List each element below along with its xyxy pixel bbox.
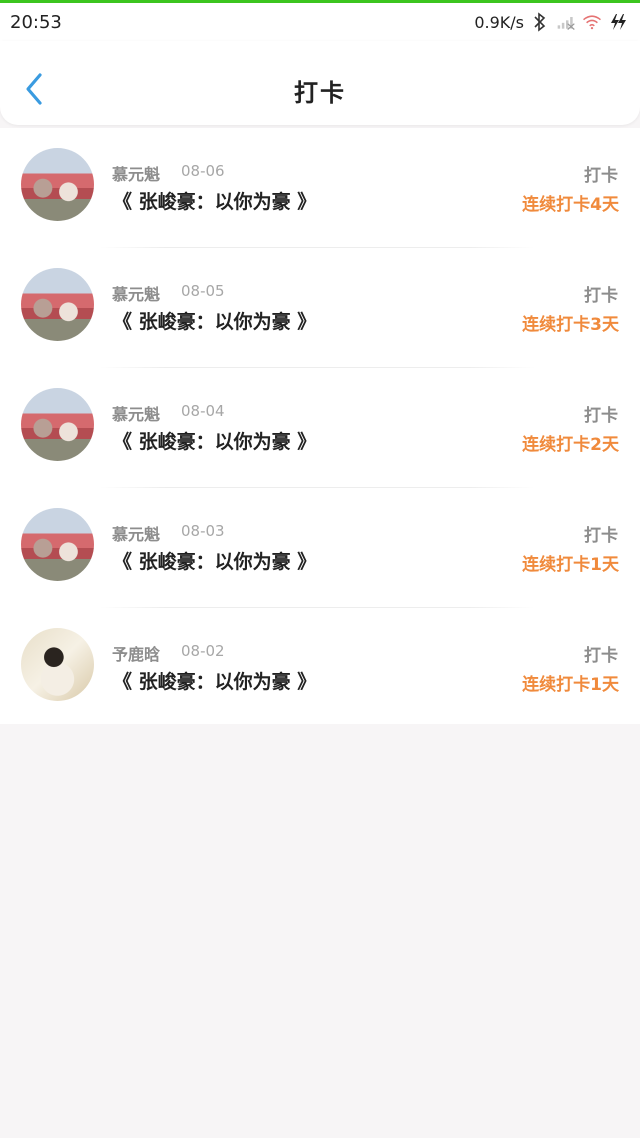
checkin-action-label: 打卡	[584, 646, 618, 666]
book-title[interactable]: 《 张峻豪：以你为豪 》	[113, 547, 316, 574]
checkin-row[interactable]: 予鹿晗 08-02 《 张峻豪：以你为豪 》 打卡 连续打卡1天	[0, 608, 640, 728]
checkin-date: 08-03	[181, 522, 225, 540]
net-speed: 0.9K/s	[474, 12, 524, 32]
checkin-row[interactable]: 慕元魁 08-05 《 张峻豪：以你为豪 》 打卡 连续打卡3天	[0, 248, 640, 368]
streak-label: 连续打卡1天	[522, 675, 619, 695]
avatar[interactable]	[21, 628, 94, 701]
avatar[interactable]	[21, 268, 94, 341]
status-icons: 0.9K/s	[474, 12, 628, 32]
avatar[interactable]	[21, 388, 94, 461]
streak-label: 连续打卡1天	[522, 555, 619, 575]
user-name[interactable]: 慕元魁	[112, 281, 160, 305]
page-header: 打卡	[0, 41, 640, 125]
book-title[interactable]: 《 张峻豪：以你为豪 》	[113, 187, 316, 214]
book-title[interactable]: 《 张峻豪：以你为豪 》	[113, 667, 316, 694]
checkin-date: 08-06	[181, 162, 225, 180]
checkin-row[interactable]: 慕元魁 08-03 《 张峻豪：以你为豪 》 打卡 连续打卡1天	[0, 488, 640, 608]
checkin-action-label: 打卡	[584, 286, 618, 306]
user-name[interactable]: 予鹿晗	[112, 641, 160, 665]
status-time: 20:53	[10, 11, 62, 33]
checkin-action-label: 打卡	[584, 526, 618, 546]
page-title: 打卡	[294, 79, 346, 107]
avatar[interactable]	[21, 148, 94, 221]
user-name[interactable]: 慕元魁	[112, 521, 160, 545]
checkin-date: 08-05	[181, 282, 225, 300]
book-title[interactable]: 《 张峻豪：以你为豪 》	[113, 307, 316, 334]
streak-label: 连续打卡4天	[522, 195, 619, 215]
wifi-icon	[582, 12, 602, 32]
checkin-row[interactable]: 慕元魁 08-04 《 张峻豪：以你为豪 》 打卡 连续打卡2天	[0, 368, 640, 488]
status-bar: 20:53 0.9K/s	[0, 3, 640, 41]
streak-label: 连续打卡3天	[522, 315, 619, 335]
checkin-date: 08-02	[181, 642, 225, 660]
checkin-date: 08-04	[181, 402, 225, 420]
streak-label: 连续打卡2天	[522, 435, 619, 455]
bluetooth-icon	[530, 12, 550, 32]
checkin-list: 慕元魁 08-06 《 张峻豪：以你为豪 》 打卡 连续打卡4天 慕元魁 08-…	[0, 128, 640, 724]
avatar[interactable]	[21, 508, 94, 581]
book-title[interactable]: 《 张峻豪：以你为豪 》	[113, 427, 316, 454]
user-name[interactable]: 慕元魁	[112, 401, 160, 425]
user-name[interactable]: 慕元魁	[112, 161, 160, 185]
checkin-action-label: 打卡	[584, 406, 618, 426]
checkin-row[interactable]: 慕元魁 08-06 《 张峻豪：以你为豪 》 打卡 连续打卡4天	[0, 128, 640, 248]
charging-icon	[608, 12, 628, 32]
checkin-action-label: 打卡	[584, 166, 618, 186]
signal-icon	[556, 12, 576, 32]
